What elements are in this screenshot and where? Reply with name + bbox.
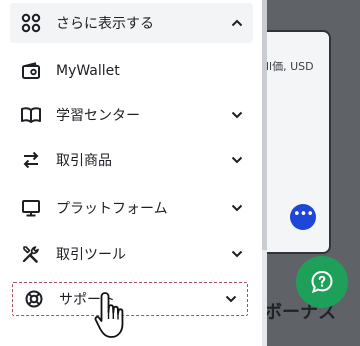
tools-icon	[20, 243, 42, 265]
chevron-down-icon	[223, 291, 239, 307]
chevron-down-icon	[229, 107, 245, 123]
menu-item-label: 取引商品	[56, 153, 112, 169]
chevron-down-icon	[229, 200, 245, 216]
more-options-button[interactable]: •••	[290, 204, 316, 230]
menu-item-label: MyWallet	[56, 63, 120, 79]
swap-arrows-icon	[20, 149, 42, 171]
book-icon	[20, 104, 42, 126]
lifebuoy-icon	[23, 288, 45, 310]
menu-item-trading-tools[interactable]: 取引ツール	[10, 234, 253, 274]
chevron-down-icon	[229, 246, 245, 262]
menu-scrollbar-thumb[interactable]	[262, 0, 267, 250]
menu-item-label: 学習センター	[56, 108, 140, 124]
menu-item-mywallet[interactable]: MyWallet	[10, 51, 253, 91]
chevron-down-icon	[229, 152, 245, 168]
help-chat-button[interactable]	[296, 256, 348, 308]
menu-item-label: サポート	[59, 292, 115, 308]
menu-item-platform[interactable]: プラットフォーム	[10, 188, 253, 228]
question-bubble-icon	[311, 270, 333, 294]
menu-item-label: プラットフォーム	[56, 201, 168, 217]
menu-item-learning-center[interactable]: 学習センター	[10, 95, 253, 135]
chevron-up-icon	[229, 15, 245, 31]
menu-item-label: さらに表示する	[56, 16, 154, 32]
menu-item-trading-products[interactable]: 取引商品	[10, 140, 253, 180]
monitor-icon	[20, 197, 42, 219]
menu-scrollbar-track[interactable]	[262, 250, 267, 346]
menu-item-show-more[interactable]: さらに表示する	[10, 3, 253, 43]
background-card-text: ll価, USD	[266, 60, 314, 73]
hand-pointer-cursor-icon	[94, 292, 124, 338]
wallet-icon	[20, 60, 42, 82]
grid-icon	[20, 12, 42, 34]
menu-item-label: 取引ツール	[56, 247, 126, 263]
